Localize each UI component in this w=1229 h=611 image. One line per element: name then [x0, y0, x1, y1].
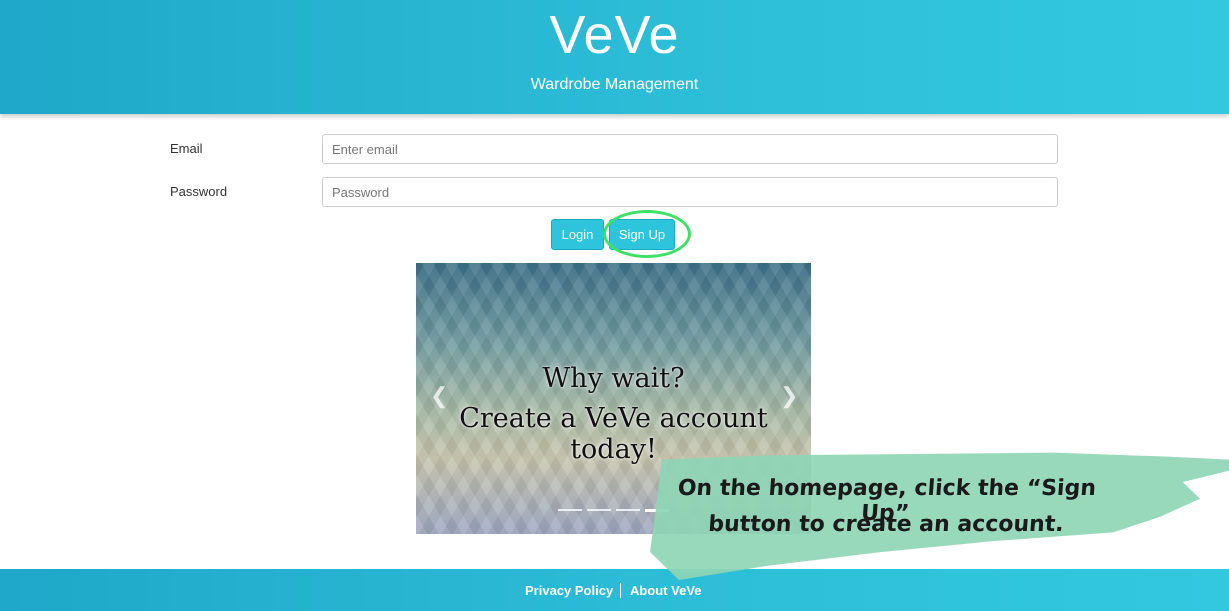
- site-header: VeVe Wardrobe Management: [0, 0, 1229, 114]
- about-link[interactable]: About VeVe: [630, 583, 702, 598]
- footer-divider: [620, 583, 621, 598]
- slide-subheading: Create a VeVe account today!: [459, 403, 768, 465]
- slide-heading: Why wait?: [542, 363, 685, 394]
- highlight-circle: [603, 210, 691, 258]
- privacy-policy-link[interactable]: Privacy Policy: [525, 583, 613, 598]
- email-input[interactable]: [322, 134, 1058, 164]
- brand-tagline: Wardrobe Management: [530, 76, 699, 93]
- email-label: Email: [170, 141, 203, 156]
- password-label: Password: [170, 184, 228, 199]
- password-input[interactable]: [322, 177, 1058, 207]
- login-button[interactable]: Login: [551, 219, 604, 250]
- carousel-indicator[interactable]: [587, 509, 611, 511]
- chevron-right-icon[interactable]: ❯: [780, 383, 798, 409]
- carousel-indicators: [558, 509, 670, 513]
- callout-line-2: button to create an account.: [707, 512, 1065, 537]
- brand-title: VeVe: [549, 5, 680, 65]
- site-footer: Privacy Policy About VeVe: [0, 569, 1229, 611]
- carousel-indicator[interactable]: [616, 509, 640, 511]
- chevron-left-icon[interactable]: ❮: [430, 383, 448, 409]
- carousel-indicator[interactable]: [558, 509, 582, 511]
